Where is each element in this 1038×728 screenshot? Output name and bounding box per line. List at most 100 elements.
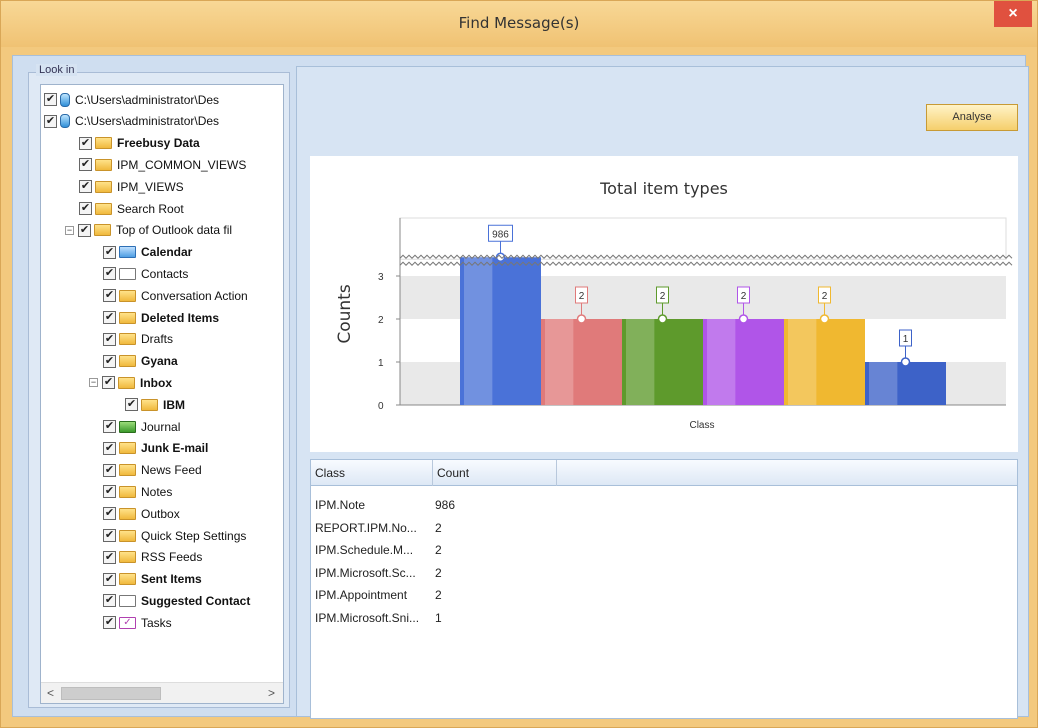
folder-checkbox[interactable]: ✔ — [103, 463, 116, 477]
folder-checkbox[interactable]: ✔ — [103, 550, 116, 564]
table-cell-class[interactable]: IPM.Appointment — [315, 588, 407, 602]
collapse-icon[interactable]: − — [65, 225, 74, 235]
table-cell-count[interactable]: 1 — [435, 611, 442, 625]
folder-checkbox[interactable]: ✔ — [103, 616, 116, 630]
folder-checkbox[interactable]: ✔ — [79, 202, 92, 215]
scroll-left-arrow[interactable]: < — [47, 686, 54, 700]
folder-icon — [119, 507, 136, 520]
collapse-icon[interactable]: − — [89, 378, 98, 388]
drive-icon — [60, 114, 70, 129]
data-label: 2 — [822, 291, 828, 302]
y-tick-label: 3 — [378, 272, 384, 283]
tree-item-label: News Feed — [141, 463, 202, 478]
table-cell-count[interactable]: 2 — [435, 543, 442, 557]
tree-item-label: RSS Feeds — [141, 550, 203, 565]
tree-item-label: Suggested Contact — [141, 593, 251, 608]
tree-item[interactable]: − ✔ Inbox — [89, 372, 172, 393]
data-point-marker — [819, 314, 830, 324]
chart-bar-highlight — [464, 257, 493, 405]
folder-tree[interactable]: +✔C:\Users\administrator\Des−✔C:\Users\a… — [40, 84, 284, 704]
folder-checkbox[interactable]: ✔ — [44, 93, 57, 106]
chart-bar-highlight — [626, 319, 655, 405]
tree-item-label: IPM_COMMON_VIEWS — [117, 157, 247, 172]
folder-checkbox[interactable]: ✔ — [79, 180, 92, 194]
data-label: 2 — [660, 291, 666, 302]
scroll-thumb[interactable] — [61, 687, 161, 700]
table-cell-class[interactable]: IPM.Note — [315, 498, 365, 512]
tree-item-label: Junk E-mail — [141, 441, 209, 456]
folder-checkbox[interactable]: ✔ — [103, 245, 116, 259]
tree-item[interactable]: ✔ Suggested Contact — [103, 590, 250, 611]
folder-checkbox[interactable]: ✔ — [103, 485, 116, 499]
folder-checkbox[interactable]: ✔ — [125, 398, 138, 412]
tree-item[interactable]: ✔ ✓ Tasks — [103, 612, 172, 633]
table-cell-class[interactable]: IPM.Schedule.M... — [315, 543, 413, 557]
table-cell-count[interactable]: 2 — [435, 521, 442, 535]
folder-icon — [95, 202, 112, 215]
tree-item[interactable]: −✔C:\Users\administrator\Des — [41, 111, 219, 132]
drive-icon — [60, 92, 70, 107]
y-axis-title: Counts — [335, 284, 355, 343]
folder-checkbox[interactable]: ✔ — [103, 332, 116, 346]
column-header-class[interactable]: Class — [311, 460, 433, 486]
folder-checkbox[interactable]: ✔ — [103, 529, 116, 542]
folder-checkbox[interactable]: ✔ — [103, 267, 116, 281]
tree-item[interactable]: ✔ RSS Feeds — [103, 547, 202, 568]
tree-item[interactable]: ✔ News Feed — [103, 460, 202, 481]
folder-icon — [95, 180, 112, 193]
y-tick-label: 1 — [378, 358, 384, 369]
tree-item-label: Conversation Action — [141, 288, 248, 303]
folder-checkbox[interactable]: ✔ — [103, 572, 116, 586]
title-bar: Find Message(s) × — [1, 1, 1037, 47]
folder-checkbox[interactable]: ✔ — [103, 507, 116, 521]
folder-checkbox[interactable]: ✔ — [103, 441, 116, 455]
table-cell-class[interactable]: IPM.Microsoft.Sc... — [315, 566, 416, 580]
tree-item[interactable]: ✔ IPM_COMMON_VIEWS — [79, 154, 246, 175]
tree-horizontal-scrollbar[interactable]: < > — [41, 682, 283, 703]
tree-item[interactable]: ✔ Conversation Action — [103, 285, 248, 306]
close-button[interactable]: × — [994, 1, 1032, 27]
tree-item-label: Drafts — [141, 332, 174, 347]
folder-checkbox[interactable]: ✔ — [103, 354, 116, 368]
data-point-marker — [900, 357, 911, 367]
tree-item[interactable]: ✔ IBM — [125, 394, 185, 415]
table-cell-count[interactable]: 2 — [435, 566, 442, 580]
tree-item[interactable]: ✔ Drafts — [103, 329, 173, 350]
folder-checkbox[interactable]: ✔ — [103, 311, 116, 324]
tree-item[interactable]: − ✔ Top of Outlook data fil — [65, 220, 232, 241]
tree-item[interactable]: ✔ Sent Items — [103, 569, 202, 590]
tree-item[interactable]: ✔ Search Root — [79, 198, 184, 219]
tree-item[interactable]: +✔C:\Users\administrator\Des — [41, 89, 219, 110]
tree-item[interactable]: ✔ Calendar — [103, 242, 192, 263]
table-cell-class[interactable]: REPORT.IPM.No... — [315, 521, 417, 535]
tree-item[interactable]: ✔ IPM_VIEWS — [79, 176, 184, 197]
folder-checkbox[interactable]: ✔ — [103, 594, 116, 608]
analyse-button[interactable]: Analyse — [926, 104, 1018, 131]
folder-checkbox[interactable]: ✔ — [79, 158, 92, 172]
tree-item[interactable]: ✔ Junk E-mail — [103, 438, 208, 459]
folder-checkbox[interactable]: ✔ — [103, 420, 116, 433]
folder-checkbox[interactable]: ✔ — [102, 376, 115, 390]
folder-icon — [118, 376, 135, 389]
scroll-right-arrow[interactable]: > — [268, 686, 275, 700]
tree-item-label: Notes — [141, 484, 173, 499]
tree-item[interactable]: ✔ Contacts — [103, 263, 188, 284]
column-header-count[interactable]: Count — [433, 460, 557, 486]
tree-item[interactable]: ✔ Gyana — [103, 351, 178, 372]
tree-item[interactable]: ✔ Notes — [103, 481, 172, 502]
tree-item[interactable]: ✔ Deleted Items — [103, 307, 219, 328]
folder-icon — [119, 464, 136, 477]
folder-checkbox[interactable]: ✔ — [79, 136, 92, 150]
tree-item[interactable]: ✔ Outbox — [103, 503, 180, 524]
tree-item-label: Outbox — [141, 506, 180, 521]
folder-checkbox[interactable]: ✔ — [78, 223, 91, 237]
table-cell-class[interactable]: IPM.Microsoft.Sni... — [315, 611, 419, 625]
folder-checkbox[interactable]: ✔ — [44, 114, 57, 128]
table-cell-count[interactable]: 986 — [435, 498, 455, 512]
item-types-table[interactable]: Class Count IPM.Note 986 REPORT.IPM.No... 2… — [310, 459, 1018, 719]
tree-item[interactable]: ✔ Quick Step Settings — [103, 525, 246, 546]
table-cell-count[interactable]: 2 — [435, 588, 442, 602]
tree-item[interactable]: ✔ Journal — [103, 416, 180, 437]
folder-checkbox[interactable]: ✔ — [103, 289, 116, 303]
tree-item[interactable]: ✔ Freebusy Data — [79, 133, 200, 154]
